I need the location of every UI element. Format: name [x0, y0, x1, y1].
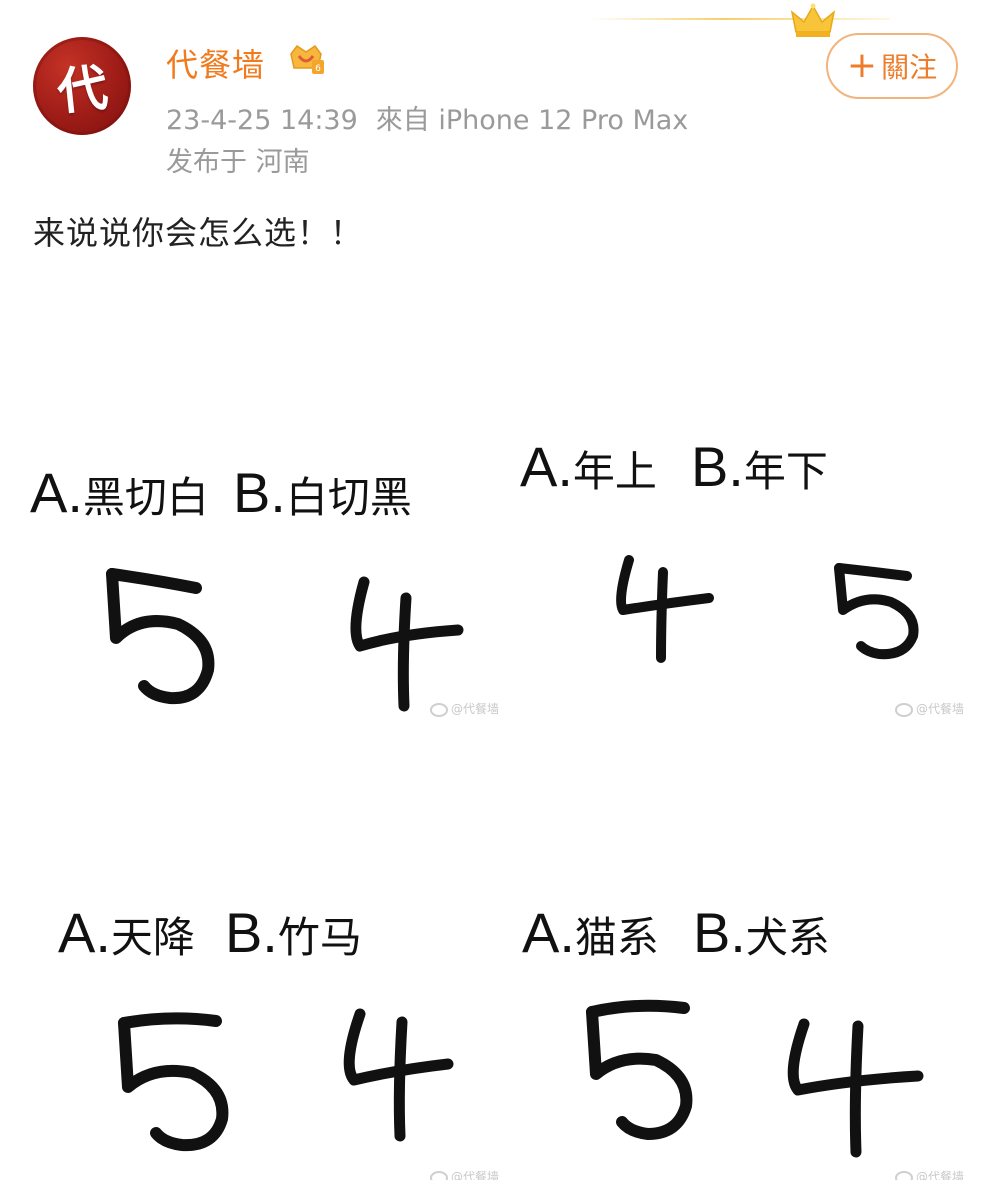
svg-text:6: 6: [315, 64, 321, 74]
image-cell-4[interactable]: A.猫系 B.犬系 @代餐墙: [510, 880, 980, 1180]
vote-count-b: [834, 563, 919, 660]
vote-count-b: [343, 1008, 454, 1142]
vote-count-a: [118, 1012, 229, 1152]
vip-badge-icon: 6: [290, 44, 324, 74]
timestamp: 23-4-25 14:39: [166, 105, 358, 136]
vote-count-a: [616, 555, 714, 663]
image-cell-1[interactable]: A.黑切白 B.白切黑 @代餐墙: [30, 420, 500, 720]
plus-icon: +: [846, 45, 878, 86]
vote-count-b: [787, 1018, 924, 1158]
header-decoration-line: [590, 18, 890, 20]
weibo-watermark-icon: [895, 702, 913, 717]
post-source: 來自 iPhone 12 Pro Max: [375, 105, 689, 136]
weibo-watermark-icon: [430, 1170, 448, 1180]
weibo-watermark: @代餐墙: [430, 700, 499, 717]
post-meta: 23-4-25 14:39 來自 iPhone 12 Pro Max: [166, 98, 688, 137]
avatar[interactable]: 代: [33, 37, 131, 135]
image-cell-2[interactable]: A.年上 B.年下 @代餐墙: [510, 420, 980, 720]
avatar-char: 代: [54, 57, 111, 122]
weibo-watermark-icon: [430, 702, 448, 717]
cell-question: A.年上 B.年下: [520, 435, 828, 498]
vote-count-a: [106, 568, 215, 705]
cell-question: A.黑切白 B.白切黑: [30, 461, 412, 524]
weibo-watermark-icon: [895, 1170, 913, 1180]
follow-label: 關注: [881, 51, 938, 84]
post-location: 发布于 河南: [166, 147, 310, 178]
vote-count-b: [350, 576, 464, 712]
image-cell-3[interactable]: A.天降 B.竹马 @代餐墙: [30, 880, 500, 1180]
vote-count-a: [586, 999, 693, 1140]
post-text: 来说说你会怎么选！！: [33, 214, 364, 252]
weibo-watermark: @代餐墙: [895, 1168, 964, 1180]
cell-question: A.猫系 B.犬系: [522, 901, 830, 964]
crown-icon: [790, 3, 836, 37]
weibo-watermark: @代餐墙: [430, 1168, 499, 1180]
cell-question: A.天降 B.竹马: [58, 901, 362, 964]
username[interactable]: 代餐墙: [166, 40, 265, 86]
weibo-watermark: @代餐墙: [895, 700, 964, 717]
follow-button[interactable]: + 關注: [826, 33, 958, 99]
